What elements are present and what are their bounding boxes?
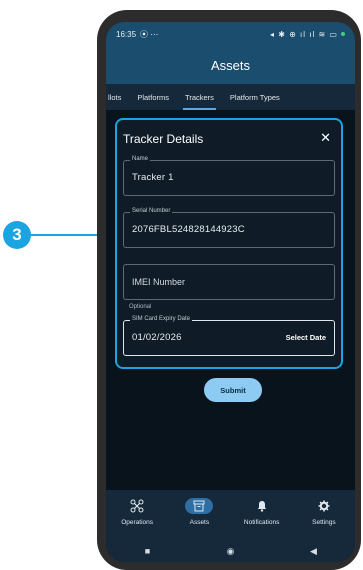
tab-trackers[interactable]: Trackers bbox=[177, 84, 222, 110]
tab-pilots[interactable]: llots bbox=[106, 84, 129, 110]
name-field-label: Name bbox=[130, 156, 151, 162]
app-bar: Assets bbox=[106, 46, 355, 84]
sim-expiry-date-field[interactable]: SIM Card Expiry Date 01/02/2026 Select D… bbox=[123, 316, 335, 356]
tab-bar: llots Platforms Trackers Platform Types bbox=[106, 84, 355, 110]
nav-assets[interactable]: Assets bbox=[168, 490, 230, 526]
imei-number-placeholder: IMEI Number bbox=[132, 277, 186, 287]
tab-label: Trackers bbox=[185, 92, 214, 102]
status-left-icons: ⦿ ⋯ bbox=[140, 29, 159, 39]
nav-label: Assets bbox=[189, 519, 210, 526]
serial-number-field[interactable]: Serial Number 2076FBL524828144923C bbox=[123, 208, 335, 248]
gear-icon bbox=[310, 498, 338, 514]
tab-platforms[interactable]: Platforms bbox=[129, 84, 177, 110]
tab-label: Platform Types bbox=[229, 92, 280, 102]
serial-number-label: Serial Number bbox=[130, 208, 173, 214]
nav-label: Operations bbox=[121, 519, 154, 526]
select-date-button[interactable]: Select Date bbox=[286, 333, 326, 342]
imei-number-field[interactable]: IMEI Number bbox=[123, 264, 335, 300]
home-icon[interactable]: ◉ bbox=[216, 546, 246, 557]
name-field-value: Tracker 1 bbox=[132, 172, 174, 183]
system-navigation-bar: ■ ◉ ◀ bbox=[106, 540, 355, 562]
status-dot-icon bbox=[341, 32, 345, 36]
sim-expiry-date-label: SIM Card Expiry Date bbox=[130, 316, 193, 322]
status-right-icons: ◂ ✱ ⊕ ıl ıl ≋ ▭ bbox=[269, 29, 338, 39]
page-title: Assets bbox=[210, 57, 250, 73]
tab-platform-types[interactable]: Platform Types bbox=[222, 84, 288, 110]
sim-expiry-date-value: 01/02/2026 bbox=[132, 332, 182, 343]
back-icon[interactable]: ◀ bbox=[299, 546, 329, 557]
archive-icon bbox=[185, 498, 214, 514]
tab-label: llots bbox=[108, 92, 122, 102]
name-field[interactable]: Name Tracker 1 bbox=[123, 156, 335, 196]
bottom-navigation: Operations Assets Notifications Settings bbox=[106, 490, 355, 540]
tracker-details-dialog: Tracker Details ✕ Name Tracker 1 Serial … bbox=[115, 118, 343, 369]
status-time: 16:35 bbox=[116, 29, 137, 39]
dialog-title: Tracker Details bbox=[123, 132, 204, 146]
close-icon[interactable]: ✕ bbox=[320, 131, 331, 144]
serial-number-value: 2076FBL524828144923C bbox=[132, 224, 245, 235]
submit-button[interactable]: Submit bbox=[204, 378, 262, 402]
recents-icon[interactable]: ■ bbox=[133, 546, 163, 556]
phone-screen: 16:35 ⦿ ⋯ ◂ ✱ ⊕ ıl ıl ≋ ▭ Assets llots P… bbox=[106, 22, 355, 562]
drone-icon bbox=[123, 498, 151, 514]
callout-number-badge: 3 bbox=[3, 221, 31, 249]
status-bar: 16:35 ⦿ ⋯ ◂ ✱ ⊕ ıl ıl ≋ ▭ bbox=[106, 22, 355, 46]
bell-icon bbox=[248, 498, 276, 514]
tab-label: Platforms bbox=[137, 92, 170, 102]
nav-notifications[interactable]: Notifications bbox=[231, 490, 293, 526]
imei-helper-text: Optional bbox=[129, 304, 152, 310]
nav-operations[interactable]: Operations bbox=[106, 490, 168, 526]
nav-settings[interactable]: Settings bbox=[293, 490, 355, 526]
nav-label: Notifications bbox=[243, 519, 280, 526]
nav-label: Settings bbox=[312, 519, 336, 526]
